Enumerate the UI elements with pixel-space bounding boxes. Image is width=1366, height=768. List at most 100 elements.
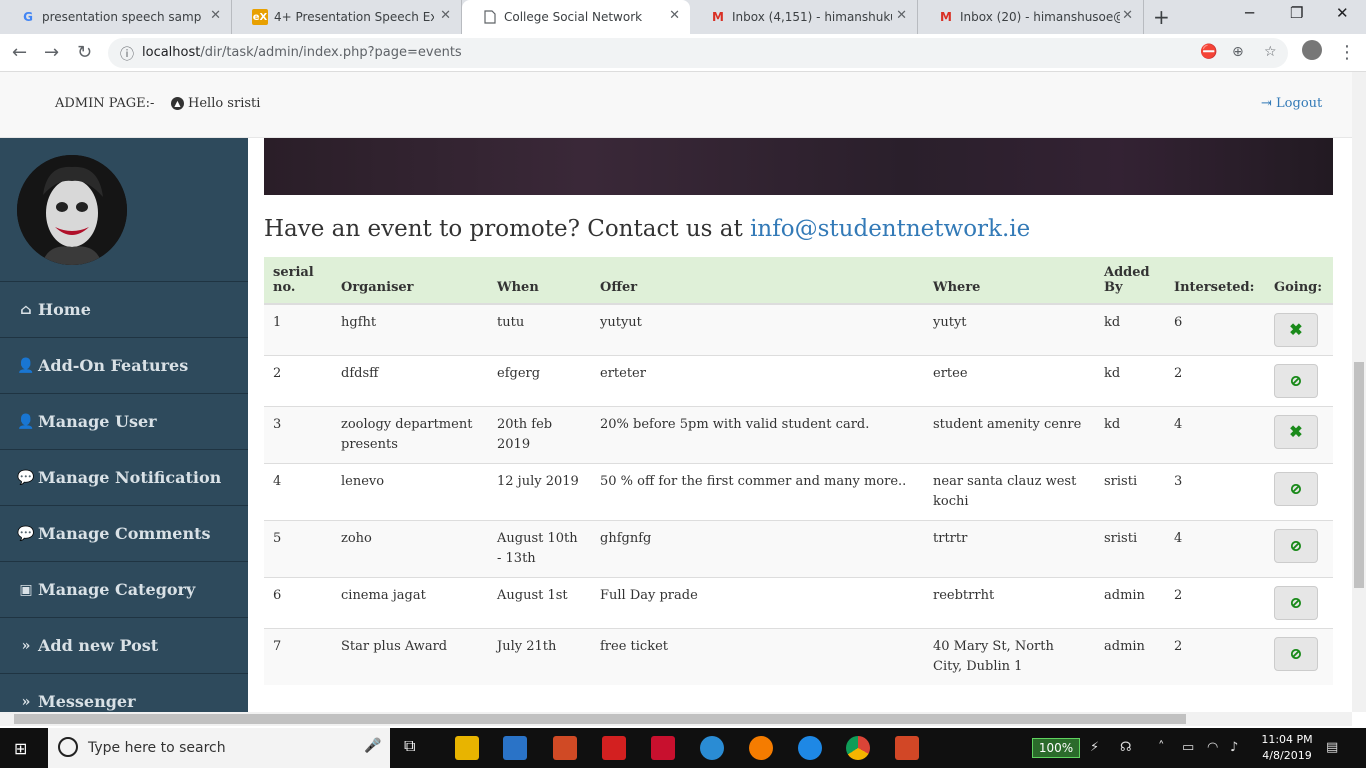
- going-button[interactable]: ⊘: [1274, 637, 1318, 671]
- app-icon[interactable]: [700, 736, 724, 760]
- sidebar-item-add-new-post[interactable]: » Add new Post: [0, 617, 248, 673]
- forward-arrow-icon[interactable]: →: [44, 42, 59, 63]
- cell-offer: free ticket: [591, 628, 924, 685]
- back-arrow-icon[interactable]: ←: [12, 42, 27, 63]
- browser-tab-2-active[interactable]: College Social Network ✕: [462, 0, 690, 34]
- going-button[interactable]: ⊘: [1274, 529, 1318, 563]
- windows-start-icon[interactable]: ⊞: [14, 739, 27, 758]
- cell-offer: Full Day prade: [591, 577, 924, 629]
- table-row: 6 cinema jagat August 1st Full Day prade…: [264, 577, 1333, 629]
- firefox-icon[interactable]: [749, 736, 773, 760]
- cell-going: ⊘: [1265, 577, 1333, 629]
- cell-going: ⊘: [1265, 520, 1333, 578]
- minimize-icon[interactable]: ─: [1245, 4, 1254, 22]
- app-navbar: ADMIN PAGE:- ▲ Hello sristi ⇥ Logout: [0, 72, 1352, 138]
- table-row: 1 hgfht tutu yutyut yutyt kd 6 ✖: [264, 303, 1333, 356]
- sidebar-item-manage-notification[interactable]: 💬 Manage Notification: [0, 449, 248, 505]
- chrome-icon[interactable]: [846, 736, 870, 760]
- taskbar-search-box[interactable]: Type here to search 🎤: [48, 728, 390, 768]
- examples-favicon-icon: eX: [252, 9, 268, 25]
- people-icon[interactable]: ☊: [1120, 740, 1132, 755]
- maximize-icon[interactable]: ❐: [1290, 4, 1303, 22]
- clock-time: 11:04 PM: [1261, 733, 1313, 746]
- table-row: 3 zoology department presents 20th feb 2…: [264, 406, 1333, 464]
- admin-avatar: [17, 155, 127, 265]
- vertical-scrollbar[interactable]: [1352, 72, 1366, 712]
- cell-offer: erteter: [591, 355, 924, 407]
- going-button[interactable]: ⊘: [1274, 586, 1318, 620]
- task-view-icon[interactable]: ⧉: [404, 736, 428, 760]
- chevron-up-icon[interactable]: ˄: [1158, 740, 1165, 755]
- close-tab-icon[interactable]: ✕: [1122, 8, 1133, 23]
- sidebar-item-add-on-features[interactable]: 👤 Add-On Features: [0, 337, 248, 393]
- zoom-icon[interactable]: ⊕: [1232, 44, 1244, 60]
- app-icon[interactable]: [602, 736, 626, 760]
- logout-link[interactable]: ⇥ Logout: [1261, 96, 1322, 111]
- sidebar-item-manage-comments[interactable]: 💬 Manage Comments: [0, 505, 248, 561]
- cell-serial: 7: [264, 628, 332, 685]
- close-tab-icon[interactable]: ✕: [210, 8, 221, 23]
- edge-icon[interactable]: [798, 736, 822, 760]
- cell-going: ✖: [1265, 406, 1333, 464]
- mcafee-icon[interactable]: [651, 736, 675, 760]
- system-clock[interactable]: 11:04 PM 4/8/2019: [1257, 732, 1317, 764]
- cell-organiser: cinema jagat: [332, 577, 488, 629]
- cell-where: ertee: [924, 355, 1095, 407]
- cell-where: reebtrrht: [924, 577, 1095, 629]
- horizontal-scrollbar[interactable]: [0, 712, 1352, 726]
- gmail-favicon-icon: M: [712, 10, 724, 24]
- hello-text: Hello sristi: [188, 96, 261, 111]
- profile-avatar[interactable]: [1302, 40, 1322, 60]
- comments-icon: 💬: [17, 525, 35, 542]
- cell-added-by: admin: [1095, 628, 1165, 685]
- volume-icon[interactable]: ♪: [1230, 740, 1238, 755]
- battery-indicator[interactable]: 100%: [1032, 738, 1080, 758]
- url-text[interactable]: localhost/dir/task/admin/index.php?page=…: [142, 45, 462, 60]
- not-going-button[interactable]: ✖: [1274, 313, 1318, 347]
- reload-icon[interactable]: ↻: [77, 42, 92, 63]
- browser-tab-4[interactable]: M Inbox (20) - himanshusoe@gm ✕: [918, 0, 1144, 34]
- url-omnibox[interactable]: ⓘ localhost/dir/task/admin/index.php?pag…: [108, 38, 1288, 68]
- promo-heading: Have an event to promote? Contact us at …: [264, 216, 1030, 242]
- going-button[interactable]: ⊘: [1274, 472, 1318, 506]
- browser-tab-0[interactable]: G presentation speech sample - G ✕: [0, 0, 232, 34]
- plug-icon[interactable]: ⚡: [1090, 740, 1099, 755]
- browser-tab-3[interactable]: M Inbox (4,151) - himanshukumar ✕: [690, 0, 918, 34]
- bookmark-star-icon[interactable]: ☆: [1264, 44, 1277, 60]
- powerpoint-icon[interactable]: [895, 736, 919, 760]
- notifications-icon[interactable]: ▤: [1326, 740, 1338, 755]
- not-going-button[interactable]: ✖: [1274, 415, 1318, 449]
- going-button[interactable]: ⊘: [1274, 364, 1318, 398]
- vertical-scroll-thumb[interactable]: [1354, 362, 1364, 588]
- horizontal-scroll-thumb[interactable]: [14, 714, 1186, 724]
- new-tab-plus-icon[interactable]: +: [1153, 5, 1170, 29]
- microphone-icon[interactable]: 🎤: [364, 738, 381, 754]
- tab-title: College Social Network: [504, 10, 643, 24]
- cell-added-by: kd: [1095, 355, 1165, 407]
- promo-email-link[interactable]: info@studentnetwork.ie: [750, 216, 1030, 242]
- wifi-icon[interactable]: ◠: [1207, 740, 1218, 755]
- cell-where: student amenity cenre: [924, 406, 1095, 464]
- file-explorer-icon[interactable]: [455, 736, 479, 760]
- sidebar-item-messenger[interactable]: » Messenger: [0, 673, 248, 712]
- close-tab-icon[interactable]: ✕: [440, 8, 451, 23]
- sidebar-item-manage-user[interactable]: 👤 Manage User: [0, 393, 248, 449]
- sidebar-item-home[interactable]: ⌂ Home: [0, 281, 248, 337]
- blocked-content-icon[interactable]: ⛔: [1200, 44, 1217, 60]
- battery-icon[interactable]: ▭: [1182, 740, 1194, 755]
- browser-tab-1[interactable]: eX 4+ Presentation Speech Examp ✕: [232, 0, 462, 34]
- app-icon[interactable]: [553, 736, 577, 760]
- close-window-icon[interactable]: ✕: [1336, 4, 1349, 22]
- close-tab-icon[interactable]: ✕: [669, 8, 680, 23]
- table-row: 2 dfdsff efgerg erteter ertee kd 2 ⊘: [264, 355, 1333, 407]
- menu-kebab-icon[interactable]: ⋮: [1338, 42, 1356, 63]
- close-tab-icon[interactable]: ✕: [896, 8, 907, 23]
- sidebar-item-manage-category[interactable]: ▣ Manage Category: [0, 561, 248, 617]
- info-icon[interactable]: ⓘ: [120, 44, 134, 64]
- cell-when: 12 july 2019: [488, 463, 591, 521]
- user-icon: 👤: [17, 357, 35, 374]
- store-icon[interactable]: [503, 736, 527, 760]
- cell-offer: 20% before 5pm with valid student card.: [591, 406, 924, 464]
- cell-interested: 3: [1165, 463, 1265, 521]
- sidebar-item-label: Add-On Features: [38, 356, 189, 375]
